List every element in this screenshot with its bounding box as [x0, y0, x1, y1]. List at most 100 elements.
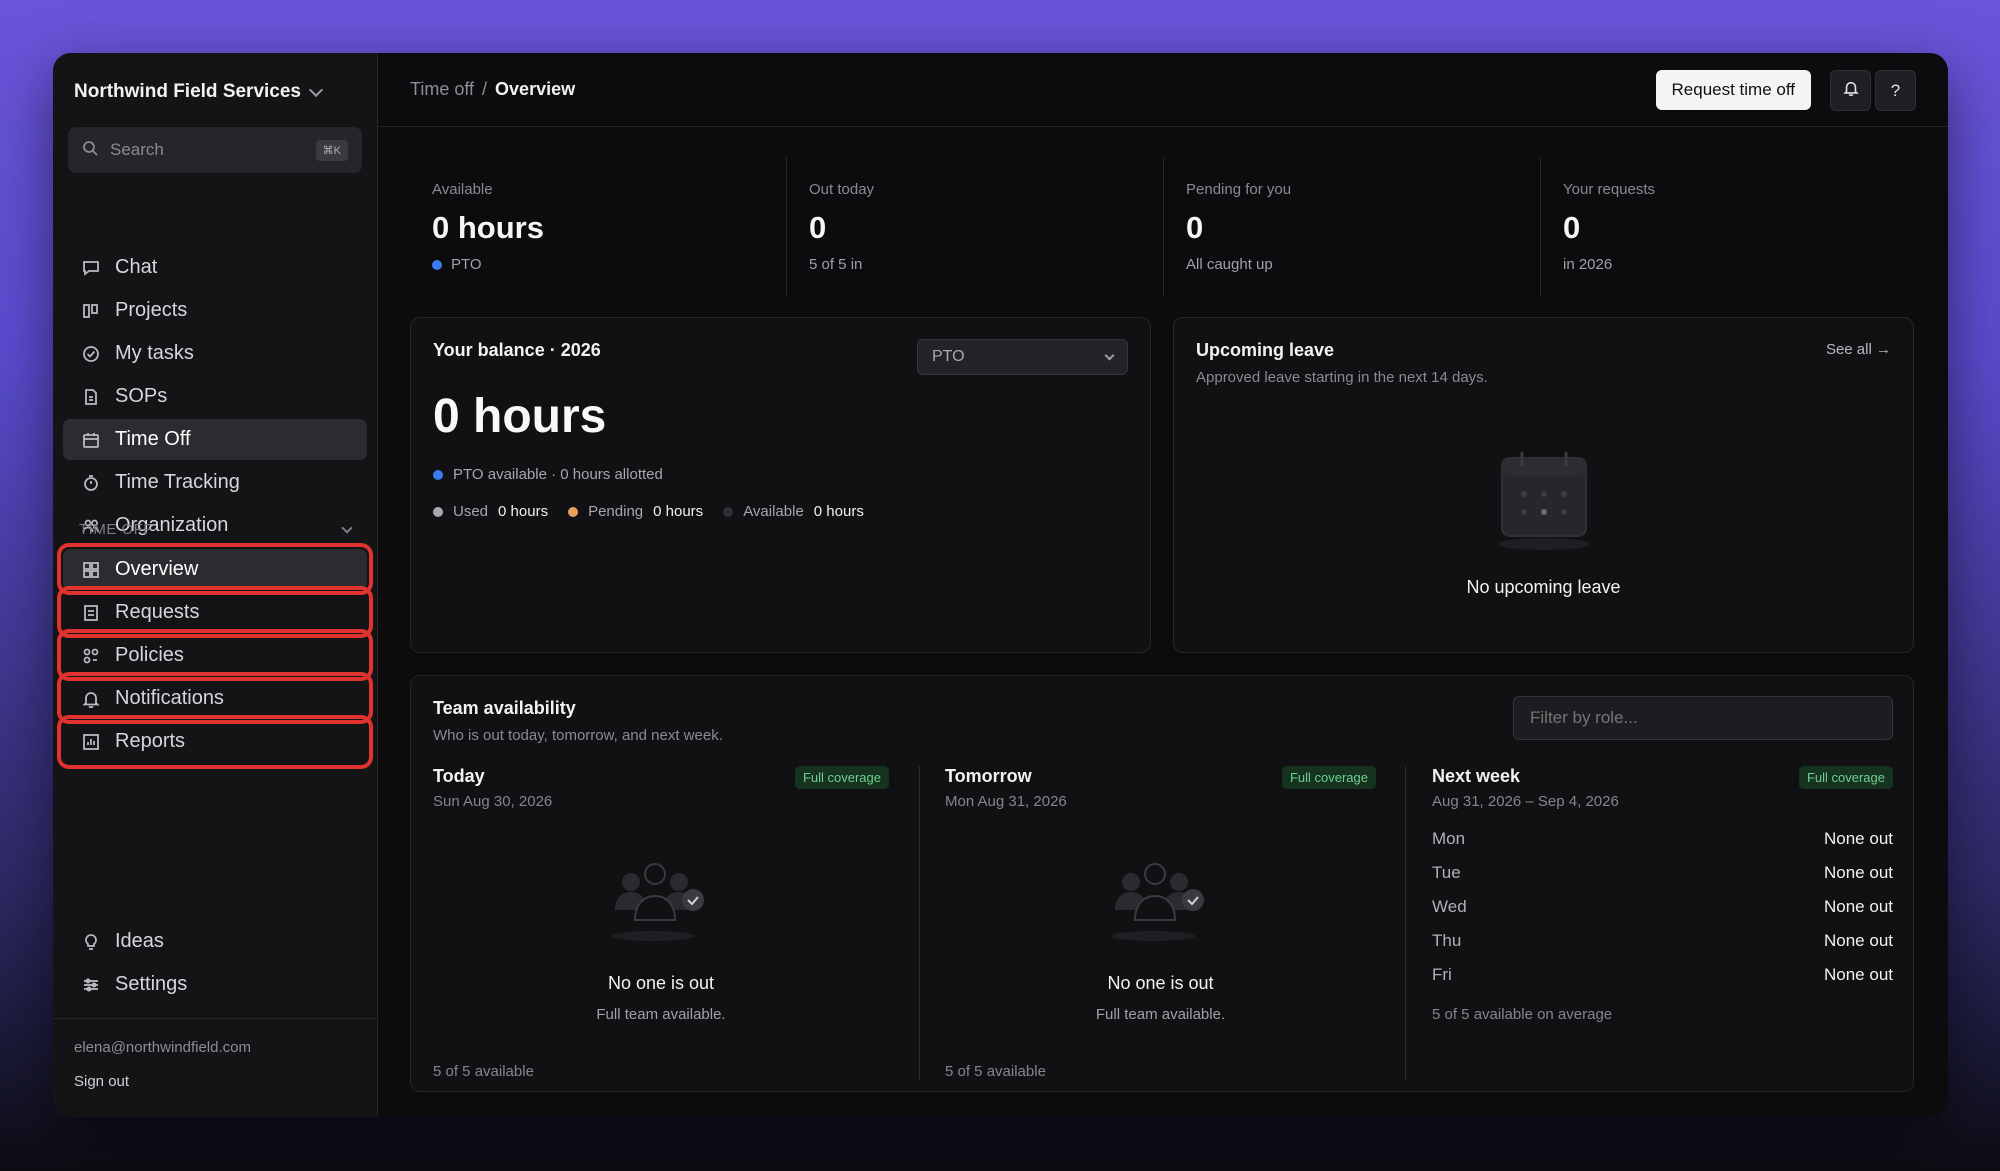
chevron-down-icon	[1104, 350, 1115, 360]
stat-sub-text: PTO	[451, 256, 482, 273]
allotment-text: PTO available · 0 hours allotted	[453, 466, 663, 483]
sidebar-item-chat[interactable]: Chat	[63, 247, 367, 288]
sidebar-footer: elena@northwindfield.com Sign out	[53, 1018, 377, 1090]
column-divider	[1405, 766, 1406, 1080]
next-week-column: Next week Aug 31, 2026 – Sep 4, 2026 Ful…	[1432, 766, 1893, 1080]
today-column: Today Sun Aug 30, 2026 Full coverage No …	[433, 766, 889, 1080]
balance-total: 0 hours	[433, 390, 607, 443]
stat-sub: 5 of 5 in	[809, 256, 863, 273]
sidebar-item-projects[interactable]: Projects	[63, 290, 367, 331]
sidebar-item-time-tracking[interactable]: Time Tracking	[63, 462, 367, 503]
next-week-average: 5 of 5 available on average	[1432, 1006, 1613, 1023]
lightbulb-icon	[81, 932, 101, 952]
sidebar-item-label: Chat	[115, 256, 158, 278]
sidebar-item-notifications[interactable]: Notifications	[63, 678, 367, 719]
stat-sub: PTO	[432, 256, 764, 273]
search-input[interactable]: Search ⌘K	[68, 127, 362, 173]
request-time-off-button[interactable]: Request time off	[1655, 70, 1811, 110]
next-week-list: Mon None out Tue None out Wed None out Thu N…	[1432, 822, 1893, 992]
day-status: None out	[1824, 897, 1893, 916]
stat-label: Your requests	[1563, 181, 1656, 198]
legend-label: Pending	[588, 503, 644, 520]
stat-out-today: Out today 0 5 of 5 in	[787, 157, 1164, 297]
day-label: Fri	[1432, 965, 1452, 984]
stat-sub: All caught up	[1186, 256, 1273, 273]
day-label: Mon	[1432, 829, 1466, 848]
column-divider	[919, 766, 920, 1080]
empty-calendar-icon	[1174, 452, 1913, 552]
day-status: None out	[1824, 829, 1893, 848]
help-button[interactable]: ?	[1875, 70, 1916, 111]
policy-icon	[81, 646, 101, 666]
day-status: None out	[1824, 931, 1893, 950]
grid-icon	[81, 560, 101, 580]
balance-card: Your balance · 2026 PTO 0 hours PTO avai…	[410, 317, 1151, 653]
section-time-off-toggle[interactable]: TIME OFF	[79, 521, 359, 538]
day-status: None out	[1824, 863, 1893, 882]
list-item: Thu None out	[1432, 924, 1893, 958]
stat-value: 0	[1563, 210, 1581, 245]
sidebar-item-settings[interactable]: Settings	[63, 964, 367, 1005]
select-value: PTO	[932, 348, 965, 365]
sidebar-item-sops[interactable]: SOPs	[63, 376, 367, 417]
leave-type-select[interactable]: PTO	[917, 339, 1128, 375]
list-item: Fri None out	[1432, 958, 1893, 992]
sidebar-item-time-off[interactable]: Time Off	[63, 419, 367, 460]
day-label: Tue	[1432, 863, 1461, 882]
topbar: Time off / Overview Request time off ?	[378, 53, 1948, 127]
sidebar-item-label: Requests	[115, 601, 200, 623]
today-date: Sun Aug 30, 2026	[433, 793, 553, 810]
sidebar-item-overview[interactable]: Overview	[63, 549, 367, 590]
sidebar-item-label: Reports	[115, 730, 186, 752]
today-empty-title: No one is out	[607, 973, 715, 993]
stat-label: Out today	[809, 181, 875, 198]
sidebar-item-requests[interactable]: Requests	[63, 592, 367, 633]
bell-icon	[1842, 80, 1859, 101]
legend-label: Available	[743, 503, 804, 520]
sidebar-item-label: Time Off	[115, 428, 191, 450]
list-item: Wed None out	[1432, 890, 1893, 924]
help-icon: ?	[1890, 80, 1901, 100]
tomorrow-empty-sub: Full team available.	[1095, 1006, 1226, 1023]
org-switcher[interactable]: Northwind Field Services	[74, 81, 324, 103]
breadcrumb: Time off / Overview	[410, 79, 575, 100]
search-icon	[82, 140, 98, 161]
stat-available: Available 0 hours PTO	[410, 157, 787, 297]
day-label: Wed	[1432, 897, 1467, 916]
today-available: 5 of 5 available	[433, 1063, 534, 1080]
pto-dot	[433, 469, 443, 480]
filter-role-input[interactable]	[1513, 696, 1893, 740]
balance-legend: Used 0 hours Pending 0 hours Available 0…	[433, 503, 1128, 520]
document-icon	[81, 387, 101, 407]
sidebar-item-my-tasks[interactable]: My tasks	[63, 333, 367, 374]
sign-out-link[interactable]: Sign out	[74, 1073, 356, 1090]
legend-label: Used	[453, 503, 489, 520]
available-dot	[723, 506, 734, 517]
main-content: Time off / Overview Request time off ? A…	[378, 53, 1948, 1117]
pending-dot	[568, 506, 579, 517]
day-label: Thu	[1432, 931, 1462, 950]
sidebar-item-reports[interactable]: Reports	[63, 721, 367, 762]
sidebar-item-policies[interactable]: Policies	[63, 635, 367, 676]
list-doc-icon	[81, 603, 101, 623]
sidebar-item-label: Policies	[115, 644, 184, 666]
bar-chart-icon	[81, 732, 101, 752]
breadcrumb-separator: /	[482, 79, 488, 99]
notifications-button[interactable]	[1830, 70, 1871, 111]
coverage-badge: Full coverage	[1798, 766, 1893, 789]
today-empty-sub: Full team available.	[596, 1006, 726, 1023]
chat-icon	[81, 258, 101, 278]
day-status: None out	[1824, 965, 1893, 984]
legend-value: 0 hours	[813, 503, 864, 520]
team-check-icon	[945, 862, 1376, 942]
team-check-icon	[433, 862, 889, 942]
sidebar-item-ideas[interactable]: Ideas	[63, 921, 367, 962]
next-week-date: Aug 31, 2026 – Sep 4, 2026	[1432, 793, 1619, 810]
tomorrow-column: Tomorrow Mon Aug 31, 2026 Full coverage …	[945, 766, 1376, 1080]
stat-label: Pending for you	[1186, 181, 1292, 198]
no-upcoming-leave: No upcoming leave	[1466, 577, 1621, 597]
team-availability-card: Team availability Who is out today, tomo…	[410, 675, 1914, 1092]
see-all-link[interactable]: See all →	[1826, 341, 1891, 358]
stat-value: 0	[809, 210, 827, 245]
breadcrumb-parent[interactable]: Time off	[410, 79, 474, 100]
